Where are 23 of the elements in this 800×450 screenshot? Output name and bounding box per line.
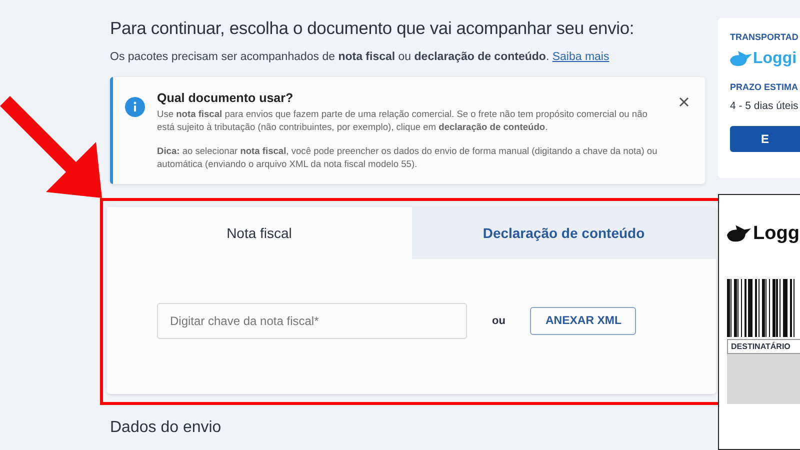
intro-text: Os pacotes precisam ser acompanhados de nota fiscal ou declaração de conteúdo.: [110, 51, 550, 63]
close-button[interactable]: [677, 95, 691, 109]
info-paragraph: Dica: ao selecionar nota fiscal, você pode preencher os dados do envio de forma manual (digitando a chave da nota) ou automática (enviando o arquivo XML da nota fiscal modelo 55).: [157, 144, 658, 172]
eta-value: 4 - 5 dias úteis: [730, 100, 800, 112]
eta-label: PRAZO ESTIMA: [730, 82, 800, 92]
recipient-label: DESTINATÁRIO: [727, 339, 800, 354]
info-icon: [125, 97, 145, 117]
info-paragraph: Use nota fiscal para envios que fazem parte de uma relação comercial. Se o frete não tem propósito comercial ou não está sujeito à tributação (não contribuintes, por exemplo), clique em declaração de conteúdo.: [157, 108, 648, 134]
learn-more-link[interactable]: Saiba mais: [552, 51, 610, 63]
annotation-arrow-icon: [0, 96, 104, 200]
carrier-button[interactable]: E: [730, 126, 800, 152]
document-tab[interactable]: Nota fiscal: [107, 206, 412, 259]
page-heading: Para continuar, escolha o documento que vai acompanhar seu envio:: [110, 18, 636, 39]
carrier-logo-text: Loggi: [753, 50, 797, 68]
document-tab[interactable]: Declaração de conteúdo: [412, 206, 716, 259]
section-title: Dados do envio: [110, 418, 222, 437]
carrier-label: TRANSPORTAD: [730, 32, 800, 42]
invoice-key-field[interactable]: Digitar chave da nota fiscal*: [157, 302, 467, 339]
barcode-icon: [727, 279, 797, 337]
attach-xml-button[interactable]: ANEXAR XML: [530, 306, 636, 335]
label-logo-text: Logg: [753, 223, 800, 245]
separator-text: ou: [492, 314, 506, 327]
info-title: Qual documento usar?: [157, 91, 294, 105]
